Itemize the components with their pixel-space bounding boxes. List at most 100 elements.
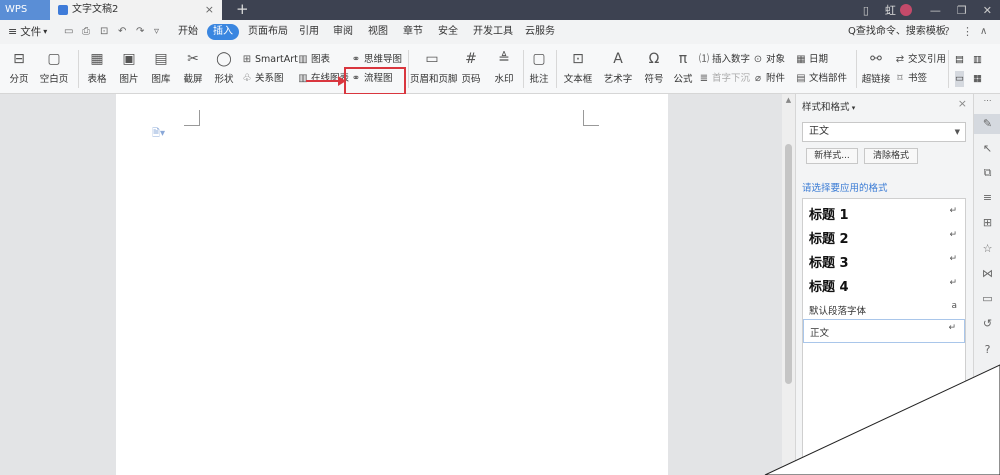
paragraph-options-icon[interactable]: 🗎▾ [152, 126, 165, 143]
hyperlink-button[interactable]: ⚯ 超链接 [860, 44, 892, 94]
panel-title-text: 样式和格式 [802, 102, 850, 113]
style-item-heading-3[interactable]: 标题 3 ↵ [803, 251, 965, 273]
scroll-up-icon[interactable]: ▲ [782, 96, 795, 104]
tab-home[interactable]: 开始 [178, 24, 198, 40]
picture-button[interactable]: ▣ 图片 [114, 44, 144, 94]
gallery-pane-icon[interactable]: ⊞ [974, 216, 1000, 229]
archive-icon[interactable]: ▭ [974, 292, 1000, 305]
table-button[interactable]: ▦ 表格 [82, 44, 112, 94]
close-icon[interactable]: ✕ [983, 4, 992, 17]
help-icon[interactable]: ? [944, 20, 950, 44]
formula-button[interactable]: π 公式 [670, 44, 696, 94]
star-icon[interactable]: ☆ [974, 242, 1000, 255]
shapes-button[interactable]: ◯ 形状 [209, 44, 239, 94]
avatar[interactable] [899, 4, 912, 16]
page-view-icon[interactable]: ▭ [955, 71, 964, 87]
vertical-scrollbar[interactable]: ▲ [782, 94, 795, 475]
panel-title[interactable]: 样式和格式 ▾ [802, 99, 855, 113]
rail-more-icon[interactable]: ⋯ [974, 96, 1000, 105]
help-circle-icon[interactable]: ? [974, 343, 1000, 356]
mindmap-button[interactable]: ⚭ 思维导图 [350, 52, 402, 68]
insert-number-button[interactable]: ⑴ 插入数字 [698, 52, 750, 68]
minimize-icon[interactable]: — [930, 4, 941, 17]
tab-view[interactable]: 视图 [368, 24, 388, 40]
chart-button[interactable]: ▥ 图表 [297, 52, 330, 68]
document-tab[interactable]: 文字文稿2 × [50, 0, 222, 20]
restore-icon[interactable]: ❐ [957, 4, 967, 17]
smartart-button[interactable]: ⊞ SmartArt [241, 52, 298, 68]
page-break-button[interactable]: ⊟ 分页 [4, 44, 34, 94]
object-button[interactable]: ⊙ 对象 [752, 52, 785, 68]
comment-button[interactable]: ▢ 批注 [526, 44, 552, 94]
insert-number-label: 插入数字 [712, 54, 751, 65]
web-view-icon[interactable]: ▦ [973, 71, 982, 87]
relation-chart-button[interactable]: ♧ 关系图 [241, 71, 284, 87]
screenshot-button[interactable]: ✂ 截屏 [178, 44, 208, 94]
style-item-heading-2[interactable]: 标题 2 ↵ [803, 227, 965, 249]
page-number-button[interactable]: # 页码 [456, 44, 486, 94]
style-item-default-font[interactable]: 默认段落字体 a [803, 298, 965, 320]
print-icon[interactable]: ⎙ [82, 20, 90, 44]
tablet-icon[interactable]: ▯ [863, 4, 869, 17]
clear-format-button[interactable]: 清除格式 [864, 148, 918, 164]
blank-page-button[interactable]: ▢ 空白页 [36, 44, 72, 94]
redo-icon[interactable]: ↷ [136, 20, 144, 44]
preview-icon[interactable]: ⊡ [100, 20, 108, 44]
cursor-icon[interactable]: ↖ [974, 142, 1000, 155]
new-style-button[interactable]: 新样式... [806, 148, 858, 164]
layout-view-icon[interactable]: ▤ [955, 52, 964, 68]
document-parts-button[interactable]: ▤ 文档部件 [795, 71, 847, 87]
style-item-heading-1[interactable]: 标题 1 ↵ [803, 203, 965, 225]
tab-chapter[interactable]: 章节 [403, 24, 423, 40]
tab-cloud[interactable]: 云服务 [525, 24, 555, 40]
attachment-button[interactable]: ⌀ 附件 [752, 71, 785, 87]
current-style-select[interactable]: 正文 ▼ [802, 122, 966, 142]
style-list: 标题 1 ↵ 标题 2 ↵ 标题 3 ↵ 标题 4 ↵ 默认段落字体 a 正文 … [802, 198, 966, 475]
comment-label: 批注 [529, 74, 549, 85]
document-page[interactable]: 🗎▾ [116, 94, 668, 475]
symbol-button[interactable]: Ω 符号 [640, 44, 668, 94]
textbox-button[interactable]: ⊡ 文本框 [560, 44, 596, 94]
file-menu-button[interactable]: ≡ 文件 ▾ [8, 20, 47, 44]
tab-close-icon[interactable]: × [205, 0, 214, 20]
settings-sliders-icon[interactable]: ≡ [974, 191, 1000, 204]
shapes-pane-icon[interactable]: ⧉ [974, 166, 1000, 180]
style-item-heading-4[interactable]: 标题 4 ↵ [803, 275, 965, 297]
drop-cap-button[interactable]: ≣ 首字下沉 [698, 71, 750, 87]
scrollbar-thumb[interactable] [785, 144, 792, 384]
search-command-input[interactable]: Q查找命令、搜索模板 [848, 20, 946, 44]
tab-developer[interactable]: 开发工具 [473, 24, 513, 40]
user-name[interactable]: 虹 [885, 2, 896, 18]
bookmark-button[interactable]: ⌑ 书签 [894, 71, 927, 87]
header-footer-button[interactable]: ▭ 页眉和页脚 [410, 44, 458, 94]
tab-security[interactable]: 安全 [438, 24, 458, 40]
more-icon[interactable]: ⋮ [962, 20, 973, 44]
wps-home-tab[interactable]: WPS [0, 0, 50, 20]
reading-view-icon[interactable]: ▥ [973, 52, 982, 68]
watermark-button[interactable]: ≜ 水印 [489, 44, 519, 94]
undo-icon[interactable]: ↶ [118, 20, 126, 44]
save-icon[interactable]: ▭ [64, 20, 73, 44]
collapse-ribbon-icon[interactable]: ∧ [980, 20, 987, 44]
tab-review[interactable]: 审阅 [333, 24, 353, 40]
page-break-icon: ⊟ [13, 51, 25, 67]
style-name: 正文 [810, 328, 830, 339]
tab-page-layout[interactable]: 页面布局 [248, 24, 288, 40]
cross-reference-button[interactable]: ⇄ 交叉引用 [894, 52, 946, 68]
smartart-icon: ⊞ [242, 54, 252, 65]
share-icon[interactable]: ⋈ [974, 267, 1000, 280]
drop-cap-icon: ≣ [699, 73, 709, 84]
style-item-body[interactable]: 正文 ↵ [803, 319, 965, 343]
close-icon[interactable]: × [958, 97, 967, 110]
date-button[interactable]: ▦ 日期 [795, 52, 828, 68]
style-format-icon[interactable]: ✎ [974, 114, 1000, 134]
tab-insert[interactable]: 插入 [207, 24, 239, 40]
shapes-icon: ◯ [216, 51, 232, 67]
tab-references[interactable]: 引用 [299, 24, 319, 40]
history-icon[interactable]: ↺ [974, 317, 1000, 330]
wordart-button[interactable]: A 艺术字 [600, 44, 636, 94]
new-tab-icon[interactable]: + [236, 0, 249, 19]
styles-panel: 样式和格式 ▾ × 正文 ▼ 新样式... 清除格式 请选择要应用的格式 标题 … [795, 94, 973, 475]
gallery-button[interactable]: ▤ 图库 [146, 44, 176, 94]
customize-icon[interactable]: ▿ [154, 20, 159, 44]
